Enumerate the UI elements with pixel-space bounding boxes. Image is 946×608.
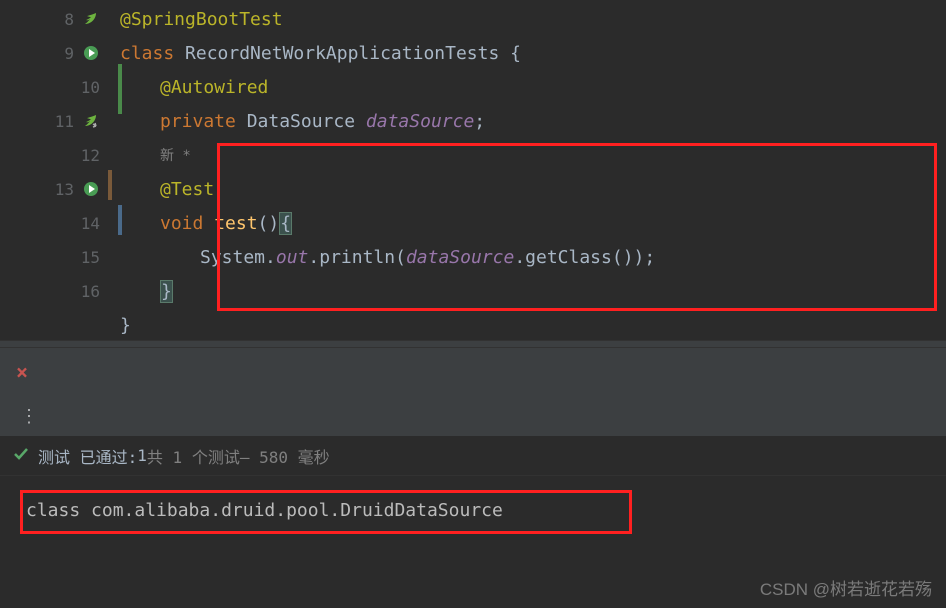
console-output[interactable]: class com.alibaba.druid.pool.DruidDataSo… (0, 480, 946, 540)
code-editor[interactable]: 8 9 10 11 12 13 14 15 16 (0, 0, 946, 340)
parens: () (258, 213, 280, 234)
line-number: 12 (70, 146, 100, 165)
watermark: CSDN @树若逝花若殇 (760, 575, 932, 600)
output-line: class com.alibaba.druid.pool.DruidDataSo… (26, 500, 503, 521)
tool-window-tabs: × (0, 348, 946, 396)
line-number: 10 (70, 78, 100, 97)
line-number: 11 (44, 112, 74, 131)
test-status-label: 测试 已通过: (38, 444, 137, 468)
keyword: class (120, 43, 185, 64)
line-number: 9 (44, 44, 74, 63)
test-pass-count: 1 (137, 446, 147, 465)
brace: { (510, 43, 521, 64)
more-icon[interactable]: ⋮ (20, 406, 40, 427)
run-test-icon[interactable] (82, 44, 100, 62)
check-icon (12, 444, 30, 468)
console-toolbar: ⋮ (0, 396, 946, 436)
brace: { (279, 212, 292, 235)
static-field: out (276, 247, 309, 268)
method-call: println (319, 247, 395, 268)
spring-icon[interactable] (82, 10, 100, 28)
method-call: getClass (525, 247, 612, 268)
test-duration: – 580 毫秒 (240, 444, 330, 468)
close-icon[interactable]: × (16, 360, 28, 384)
annotation: @Test (160, 179, 214, 200)
annotation: @Autowired (160, 77, 268, 98)
brace: } (160, 280, 173, 303)
class-name: RecordNetWorkApplicationTests (185, 43, 510, 64)
method-name: test (214, 213, 257, 234)
annotation: @SpringBootTest (120, 9, 283, 30)
semicolon: ; (474, 111, 485, 132)
keyword: void (160, 213, 214, 234)
line-number: 16 (70, 282, 100, 301)
code-content[interactable]: @SpringBootTest class RecordNetWorkAppli… (110, 0, 946, 340)
line-number: 15 (70, 248, 100, 267)
test-total-label: 共 1 个测试 (147, 444, 240, 468)
run-test-icon[interactable] (82, 180, 100, 198)
line-number: 14 (70, 214, 100, 233)
bean-icon[interactable] (82, 112, 100, 130)
class-ref: System (200, 247, 265, 268)
field-ref: dataSource (406, 247, 514, 268)
keyword: private (160, 111, 247, 132)
hint-text: 新 * (160, 145, 191, 165)
brace: } (120, 315, 131, 336)
line-number: 8 (44, 10, 74, 29)
editor-gutter: 8 9 10 11 12 13 14 15 16 (0, 0, 110, 340)
test-status-bar: 测试 已通过: 1 共 1 个测试 – 580 毫秒 (0, 436, 946, 476)
line-number: 13 (44, 180, 74, 199)
field: dataSource (366, 111, 474, 132)
type: DataSource (247, 111, 366, 132)
